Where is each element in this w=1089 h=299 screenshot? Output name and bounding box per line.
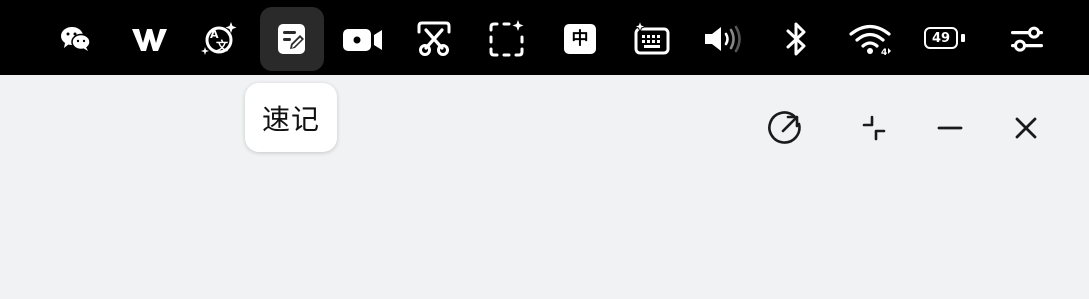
minimize-icon xyxy=(937,126,963,130)
keyboard-ai-icon[interactable] xyxy=(620,7,684,71)
battery-icon[interactable]: 49 xyxy=(914,7,978,71)
battery-percent: 49 xyxy=(931,30,951,46)
close-button[interactable] xyxy=(1002,104,1050,152)
control-center-icon[interactable] xyxy=(995,7,1059,71)
share-icon xyxy=(768,111,801,144)
minimize-button[interactable] xyxy=(926,104,974,152)
close-icon xyxy=(1015,117,1037,139)
svg-text:4: 4 xyxy=(881,48,887,57)
wechat-icon[interactable] xyxy=(44,7,108,71)
quick-note-tooltip: 速记 xyxy=(245,83,337,152)
share-button[interactable] xyxy=(761,104,809,152)
input-method-icon[interactable]: 中 xyxy=(548,7,612,71)
wifi-icon[interactable]: 4 xyxy=(838,7,902,71)
collapse-button[interactable] xyxy=(850,104,898,152)
quick-note-icon[interactable] xyxy=(260,7,324,71)
screen-capture-region-icon[interactable] xyxy=(474,7,538,71)
menu-bar: A 文 中 4 49 xyxy=(0,0,1089,75)
tooltip-label: 速记 xyxy=(261,102,320,136)
bluetooth-icon[interactable] xyxy=(765,7,829,71)
wps-icon[interactable] xyxy=(117,7,181,71)
volume-icon[interactable] xyxy=(692,7,756,71)
translate-icon[interactable]: A 文 xyxy=(187,7,251,71)
video-record-icon[interactable] xyxy=(331,7,395,71)
screenshot-scissors-icon[interactable] xyxy=(402,7,466,71)
input-method-label: 中 xyxy=(571,28,589,49)
collapse-icon xyxy=(862,115,886,141)
svg-text:文: 文 xyxy=(216,38,229,53)
